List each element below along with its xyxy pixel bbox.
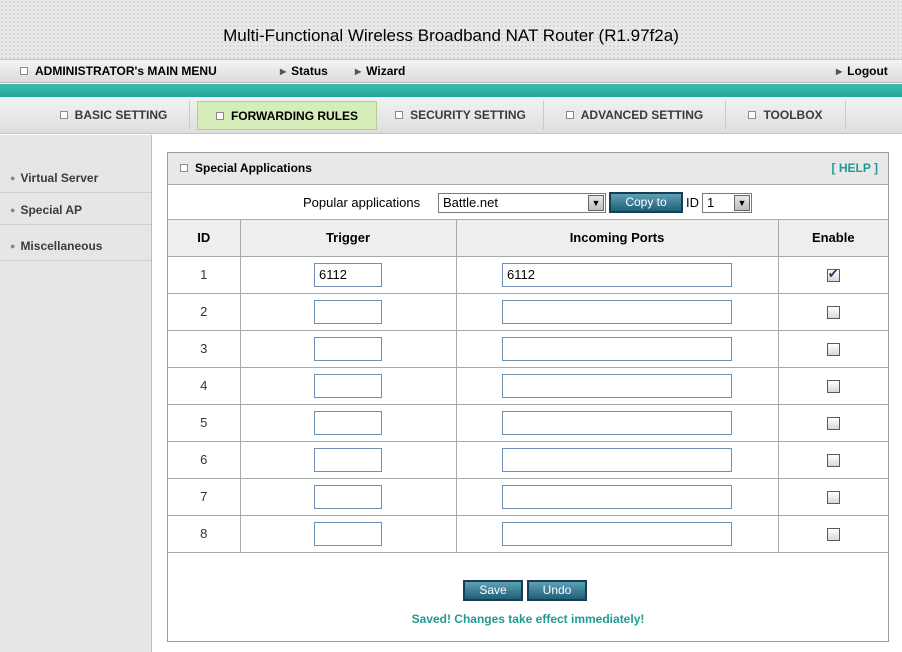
logout-link[interactable]: ▶ Logout [836, 64, 888, 78]
bullet-icon: ● [10, 241, 16, 251]
chevron-down-icon: ▼ [588, 195, 604, 211]
id-select[interactable]: 1 ▼ [702, 193, 752, 213]
table-row: 3 [168, 329, 888, 368]
sidebar: ● Virtual Server ● Special AP ● Miscellaneo… [0, 135, 152, 652]
popular-applications-row: Popular applications Battle.net ▼ Copy t… [168, 185, 888, 220]
square-bullet-icon [748, 111, 757, 119]
square-bullet-icon [20, 67, 28, 75]
row-id: 7 [168, 477, 241, 516]
panel-header: Special Applications [ HELP ] [168, 153, 888, 185]
row-id: 8 [168, 514, 241, 553]
trigger-input[interactable] [314, 410, 382, 435]
trigger-input[interactable] [314, 373, 382, 398]
sidebar-item-special-ap[interactable]: ● Special AP [0, 195, 151, 225]
main-menu-bar: ADMINISTRATOR's MAIN MENU ▶ Status ▶ Wizar… [0, 60, 902, 83]
square-bullet-icon [215, 112, 224, 120]
incoming-ports-input[interactable] [502, 373, 732, 398]
sidebar-item-miscellaneous[interactable]: ● Miscellaneous [0, 231, 151, 261]
row-id: 2 [168, 292, 241, 331]
wizard-link[interactable]: ▶ Wizard [355, 64, 405, 78]
incoming-ports-input[interactable] [502, 262, 732, 287]
column-header-trigger: Trigger [239, 220, 457, 257]
enable-checkbox[interactable] [826, 417, 840, 431]
square-bullet-icon [565, 111, 574, 119]
row-id: 6 [168, 440, 241, 479]
special-applications-table: ID Trigger Incoming Ports Enable 1 2 3 [168, 220, 888, 553]
admin-main-menu-link[interactable]: ADMINISTRATOR's MAIN MENU [20, 64, 217, 78]
save-button[interactable]: Save [463, 580, 523, 601]
bullet-icon: ● [10, 173, 16, 183]
incoming-ports-input[interactable] [502, 410, 732, 435]
page-header: Multi-Functional Wireless Broadband NAT … [0, 0, 902, 60]
table-header-row: ID Trigger Incoming Ports Enable [168, 220, 888, 257]
sidebar-item-virtual-server[interactable]: ● Virtual Server [0, 163, 151, 193]
table-row: 8 [168, 514, 888, 553]
accent-bar [0, 84, 902, 97]
trigger-input[interactable] [314, 484, 382, 509]
status-message: Saved! Changes take effect immediately! [411, 612, 645, 626]
incoming-ports-input[interactable] [502, 336, 732, 361]
row-id: 5 [168, 403, 241, 442]
settings-tab-bar: BASIC SETTING FORWARDING RULES SECURITY … [0, 97, 902, 134]
tab-forwarding-rules[interactable]: FORWARDING RULES [197, 101, 377, 130]
enable-checkbox[interactable] [826, 306, 840, 320]
popular-applications-value: Battle.net [443, 195, 498, 210]
arrow-right-icon: ▶ [355, 67, 362, 76]
copy-to-button[interactable]: Copy to [609, 192, 683, 213]
help-link[interactable]: [ HELP ] [832, 161, 878, 175]
table-row: 1 [168, 255, 888, 294]
column-header-id: ID [168, 220, 241, 257]
trigger-input[interactable] [314, 521, 382, 546]
tab-basic-setting[interactable]: BASIC SETTING [38, 101, 190, 130]
arrow-right-icon: ▶ [836, 67, 843, 76]
square-bullet-icon [59, 111, 68, 119]
popular-applications-select[interactable]: Battle.net ▼ [438, 193, 606, 213]
incoming-ports-input[interactable] [502, 299, 732, 324]
square-bullet-icon [180, 164, 188, 172]
table-row: 4 [168, 366, 888, 405]
tab-toolbox[interactable]: TOOLBOX [726, 101, 846, 130]
page-title: Multi-Functional Wireless Broadband NAT … [223, 26, 679, 45]
tab-security-setting[interactable]: SECURITY SETTING [378, 101, 544, 130]
incoming-ports-input[interactable] [502, 521, 732, 546]
enable-checkbox[interactable] [826, 343, 840, 357]
panel-title: Special Applications [180, 161, 312, 175]
row-id: 1 [168, 255, 241, 294]
trigger-input[interactable] [314, 336, 382, 361]
incoming-ports-input[interactable] [502, 484, 732, 509]
row-id: 3 [168, 329, 241, 368]
special-applications-panel: Special Applications [ HELP ] Popular ap… [167, 152, 889, 642]
status-link[interactable]: ▶ Status [280, 64, 328, 78]
square-bullet-icon [395, 111, 404, 119]
row-id: 4 [168, 366, 241, 405]
id-select-value: 1 [707, 195, 715, 210]
trigger-input[interactable] [314, 299, 382, 324]
panel-footer: Save Undo Saved! Changes take effect imm… [168, 568, 888, 641]
table-row: 6 [168, 440, 888, 479]
chevron-down-icon: ▼ [734, 195, 750, 211]
table-row: 7 [168, 477, 888, 516]
table-row: 2 [168, 292, 888, 331]
table-row: 5 [168, 403, 888, 442]
enable-checkbox[interactable] [826, 380, 840, 394]
undo-button[interactable]: Undo [527, 580, 587, 601]
enable-checkbox[interactable] [826, 491, 840, 505]
bullet-icon: ● [10, 205, 16, 215]
trigger-input[interactable] [314, 262, 382, 287]
column-header-incoming-ports: Incoming Ports [455, 220, 779, 257]
column-header-enable: Enable [777, 220, 888, 257]
popular-applications-label: Popular applications [303, 195, 421, 210]
tab-advanced-setting[interactable]: ADVANCED SETTING [544, 101, 726, 130]
enable-checkbox[interactable] [826, 528, 840, 542]
arrow-right-icon: ▶ [280, 67, 287, 76]
id-label: ID [686, 195, 699, 210]
enable-checkbox[interactable] [826, 454, 840, 468]
enable-checkbox[interactable] [826, 266, 840, 283]
incoming-ports-input[interactable] [502, 447, 732, 472]
trigger-input[interactable] [314, 447, 382, 472]
